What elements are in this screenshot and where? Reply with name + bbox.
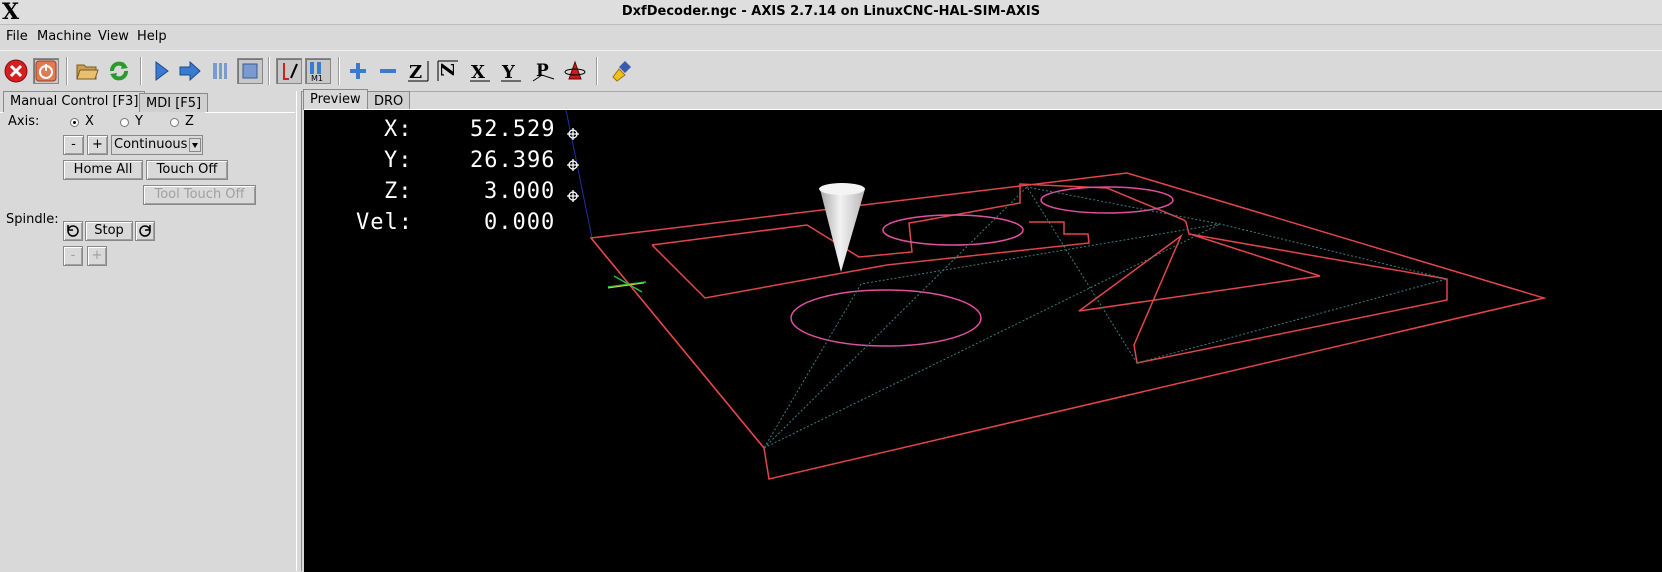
- pane-divider[interactable]: [296, 91, 302, 571]
- toolbar-separator: [140, 57, 142, 85]
- view-p-icon[interactable]: P: [530, 58, 556, 84]
- menu-view[interactable]: View: [98, 29, 129, 44]
- tab-dro[interactable]: DRO: [367, 91, 411, 110]
- menu-help[interactable]: Help: [137, 29, 167, 44]
- arc-center: [790, 289, 982, 347]
- spindle-ccw-icon: [67, 225, 79, 237]
- tab-mdi[interactable]: MDI [F5]: [139, 93, 209, 112]
- stop-icon[interactable]: [237, 58, 263, 84]
- homed-icons: [567, 128, 579, 202]
- spindle-cw-button[interactable]: [135, 221, 155, 241]
- spindle-label: Spindle:: [6, 212, 59, 227]
- reload-icon[interactable]: [106, 58, 132, 84]
- svg-text:M1: M1: [311, 74, 323, 82]
- svg-text:Z: Z: [436, 63, 457, 76]
- axis-z-label: Z: [185, 114, 194, 129]
- window-title: DxfDecoder.ngc - AXIS 2.7.14 on LinuxCNC…: [621, 4, 1041, 19]
- tab-manual-control[interactable]: Manual Control [F3]: [3, 91, 146, 112]
- jog-plus-button[interactable]: +: [87, 135, 108, 155]
- zoom-in-icon[interactable]: [345, 58, 371, 84]
- axis-label: Axis:: [8, 114, 40, 129]
- spindle-cw-icon: [139, 225, 151, 237]
- dro-z-label: Z:: [384, 179, 413, 204]
- spindle-stop-button[interactable]: Stop: [85, 221, 133, 241]
- dro-vel-value: 0.000: [484, 210, 556, 235]
- spindle-plus-button[interactable]: +: [87, 246, 107, 266]
- touch-off-button[interactable]: Touch Off: [146, 160, 228, 180]
- axis-y-label: Y: [135, 114, 143, 129]
- title-bar: X DxfDecoder.ngc - AXIS 2.7.14 on LinuxC…: [0, 0, 1662, 25]
- estop-icon[interactable]: [3, 58, 29, 84]
- svg-text:X: X: [471, 62, 485, 83]
- toolbar: M1 Z Z X Y P: [0, 50, 1662, 92]
- run-icon[interactable]: [148, 58, 174, 84]
- step-icon[interactable]: [177, 58, 203, 84]
- left-panel: Manual Control [F3] MDI [F5] Axis: X Y Z…: [0, 91, 297, 571]
- toolbar-separator: [596, 57, 598, 85]
- home-all-button[interactable]: Home All: [63, 160, 143, 180]
- origin-marker-axis: [607, 282, 645, 289]
- view-x-icon[interactable]: X: [467, 58, 493, 84]
- spindle-ccw-button[interactable]: [63, 221, 83, 241]
- inner-outline: [651, 183, 1448, 364]
- menu-machine[interactable]: Machine: [37, 29, 91, 44]
- axis-x-radio[interactable]: [70, 118, 79, 127]
- tool-touch-off-button[interactable]: Tool Touch Off: [143, 185, 256, 205]
- arc-top-right: [1040, 186, 1174, 214]
- dro-x-label: X:: [384, 117, 413, 142]
- open-icon[interactable]: [74, 58, 100, 84]
- axis-z-radio[interactable]: [170, 118, 179, 127]
- spindle-minus-button[interactable]: -: [63, 246, 83, 266]
- svg-text:Z: Z: [409, 62, 422, 83]
- view-z2-icon[interactable]: Z: [435, 58, 461, 84]
- table-outline: [589, 172, 1547, 480]
- tab-preview[interactable]: Preview: [303, 89, 368, 110]
- view-z-icon[interactable]: Z: [405, 58, 431, 84]
- axis-x-label: X: [85, 114, 94, 129]
- menu-bar: File Machine View Help: [0, 25, 1662, 49]
- dro-y-label: Y:: [384, 148, 413, 173]
- dro-y-value: 26.396: [470, 148, 556, 173]
- clear-plot-icon[interactable]: [610, 58, 636, 84]
- zoom-out-icon[interactable]: [375, 58, 401, 84]
- pause-icon[interactable]: [207, 58, 233, 84]
- dro-x-value: 52.529: [470, 117, 556, 142]
- menu-file[interactable]: File: [6, 29, 28, 44]
- rapid-moves: [763, 186, 1448, 449]
- dro-vel-label: Vel:: [356, 210, 413, 235]
- inner-outline-2: [651, 221, 1090, 299]
- chevron-down-icon[interactable]: [189, 138, 201, 152]
- rotate-icon[interactable]: [562, 58, 588, 84]
- toolbar-separator: [338, 57, 340, 85]
- toolbar-separator: [268, 57, 270, 85]
- jog-mode-select[interactable]: Continuous: [111, 135, 203, 155]
- toolbar-separator: [66, 57, 68, 85]
- tool-cone-icon: [820, 189, 865, 272]
- jog-mode-value: Continuous: [114, 137, 188, 152]
- tool-cone-top: [819, 183, 865, 195]
- optional-stop-icon[interactable]: M1: [305, 58, 331, 84]
- power-icon[interactable]: [33, 58, 59, 84]
- jog-minus-button[interactable]: -: [63, 135, 84, 155]
- svg-text:Y: Y: [501, 62, 516, 83]
- dro-z-value: 3.000: [484, 179, 556, 204]
- view-y-icon[interactable]: Y: [498, 58, 524, 84]
- axis-y-radio[interactable]: [120, 118, 129, 127]
- arc-top-left: [882, 214, 1024, 246]
- block-delete-icon[interactable]: [276, 58, 302, 84]
- preview-canvas[interactable]: X: 52.529 Y: 26.396 Z: 3.000 Vel: 0.000: [304, 109, 1662, 572]
